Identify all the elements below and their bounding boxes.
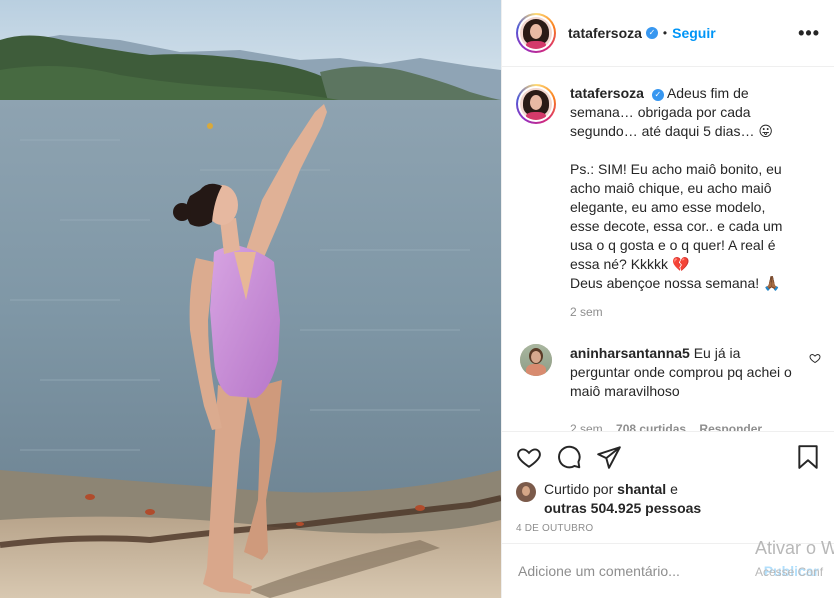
commenter-username[interactable]: aninharsantanna5 [570, 345, 690, 361]
comment-icon[interactable] [556, 444, 582, 470]
post-photo[interactable] [0, 0, 501, 598]
verified-badge-icon: ✓ [645, 27, 658, 39]
author-username[interactable]: tatafersoza [568, 25, 642, 41]
comment-input[interactable]: Adicione um comentário... [518, 563, 680, 579]
likes-count[interactable]: outras 504.925 pessoas [544, 500, 701, 516]
likes-summary: Curtido por shantal e outras 504.925 pes… [516, 481, 821, 518]
liker-avatar[interactable] [516, 482, 536, 502]
caption-time[interactable]: 2 sem [570, 305, 603, 319]
author-avatar[interactable] [516, 13, 556, 53]
post-actions: Curtido por shantal e outras 504.925 pes… [502, 431, 834, 547]
comment-item: aninharsantanna5 Eu já ia perguntar onde… [516, 344, 821, 431]
verified-badge-icon: ✓ [651, 89, 664, 101]
caption-avatar[interactable] [516, 84, 556, 124]
follow-button[interactable]: Seguir [672, 25, 716, 41]
post-header: tatafersoza ✓ • Seguir ••• [502, 0, 834, 67]
windows-activation-subtext: Acesse Conf [755, 565, 824, 579]
comment-like-heart-icon[interactable] [809, 352, 821, 364]
caption-comment: tatafersoza ✓ Adeus fim de semana… obrig… [516, 84, 821, 322]
post-side-panel: tatafersoza ✓ • Seguir ••• tatafersoza ✓… [501, 0, 834, 598]
liked-by-prefix: Curtido por [544, 481, 614, 497]
separator-dot: • [662, 26, 668, 40]
bookmark-icon[interactable] [795, 444, 821, 470]
caption-text: Adeus fim de semana… obrigada por cada s… [570, 85, 783, 291]
caption-username[interactable]: tatafersoza [570, 85, 644, 101]
reply-button[interactable]: Responder [699, 422, 762, 431]
beach-photo [0, 0, 501, 598]
liker-username[interactable]: shantal [617, 481, 666, 497]
comment-time[interactable]: 2 sem [570, 422, 603, 431]
commenter-avatar[interactable] [520, 344, 552, 376]
windows-activation-watermark: Ativar o W [755, 538, 834, 558]
comment-likes[interactable]: 708 curtidas [616, 422, 686, 431]
comments-list[interactable]: tatafersoza ✓ Adeus fim de semana… obrig… [502, 68, 834, 431]
heart-icon[interactable] [516, 444, 542, 470]
share-icon[interactable] [596, 444, 622, 470]
more-options-icon[interactable]: ••• [798, 24, 820, 42]
liked-by-mid: e [670, 481, 678, 497]
